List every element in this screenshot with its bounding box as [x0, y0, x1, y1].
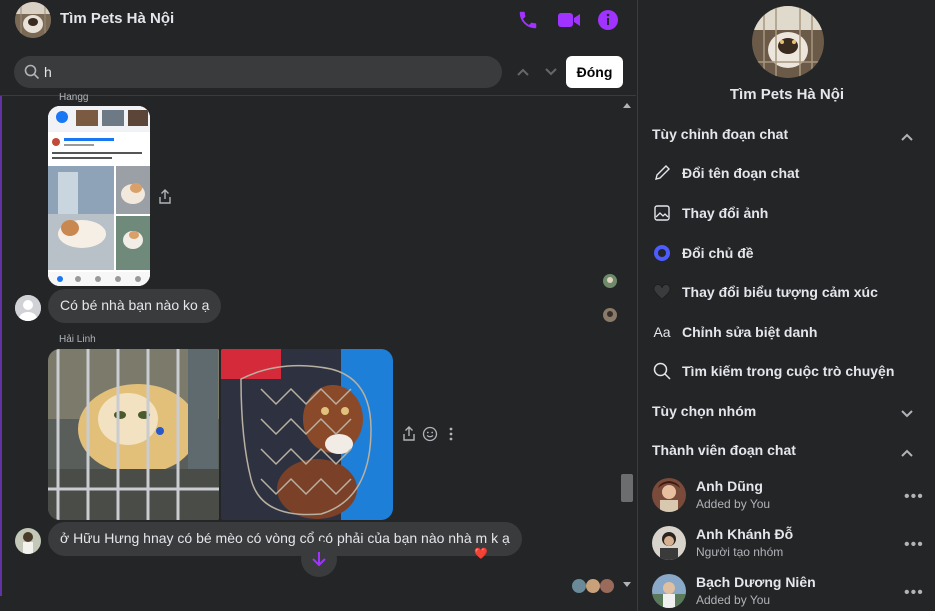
scroll-to-bottom-button[interactable]: [301, 541, 337, 577]
chat-members-section[interactable]: Thành viên đoạn chat: [652, 442, 796, 458]
phone-icon[interactable]: [517, 9, 539, 31]
group-options-section[interactable]: Tùy chọn nhóm: [652, 403, 756, 419]
search-in-conversation-option[interactable]: Tìm kiếm trong cuộc trò chuyện: [652, 359, 894, 383]
chat-scrollbar[interactable]: [619, 96, 635, 596]
edit-nicknames-option[interactable]: Aa Chỉnh sửa biệt danh: [652, 320, 817, 344]
option-label: Đổi chủ đề: [682, 245, 754, 261]
chevron-down-icon[interactable]: [900, 406, 914, 424]
member-name: Anh Khánh Đỗ: [696, 526, 794, 542]
message-bubble[interactable]: ở Hữu Hưng hnay có bé mèo có vòng cổ có …: [48, 522, 522, 556]
dog-photo[interactable]: [221, 349, 393, 520]
heart-reaction[interactable]: ❤️: [474, 547, 488, 560]
nickname-icon: Aa: [653, 324, 671, 340]
chevron-up-icon[interactable]: [900, 129, 914, 147]
search-icon: [652, 361, 672, 381]
heart-icon: [652, 282, 672, 302]
share-icon[interactable]: [158, 189, 172, 210]
close-search-button[interactable]: Đóng: [566, 56, 623, 88]
member-name: Bạch Dương Niên: [696, 574, 816, 590]
group-avatar[interactable]: [15, 2, 51, 38]
cat-photo[interactable]: [48, 349, 219, 520]
shared-screenshot-image[interactable]: [48, 106, 150, 286]
option-label: Thay đổi ảnh: [682, 205, 769, 221]
member-subtitle: Added by You: [696, 593, 771, 607]
chat-pane: Tìm Pets Hà Nội h Đóng Hangg Có bé nhà b…: [0, 0, 636, 611]
more-options-icon[interactable]: •••: [904, 536, 924, 554]
react-icon[interactable]: [422, 426, 438, 447]
member-row[interactable]: Anh Khánh Đỗ Người tạo nhóm •••: [652, 524, 932, 564]
chevron-down-icon[interactable]: [544, 64, 558, 82]
accent-bar: [0, 96, 2, 596]
read-receipt-avatar: [600, 579, 614, 593]
search-icon: [24, 64, 40, 85]
more-options-icon[interactable]: •••: [904, 488, 924, 506]
group-photo[interactable]: [752, 6, 824, 78]
share-icon[interactable]: [402, 426, 416, 447]
more-options-icon[interactable]: [448, 427, 454, 446]
customize-chat-section[interactable]: Tùy chỉnh đoạn chat: [652, 126, 788, 142]
scrollbar-thumb[interactable]: [621, 474, 633, 502]
option-label: Đổi tên đoạn chat: [682, 165, 800, 181]
read-receipt-avatar: [572, 579, 586, 593]
pencil-icon: [652, 163, 672, 183]
member-row[interactable]: Anh Dũng Added by You •••: [652, 476, 932, 516]
option-label: Chỉnh sửa biệt danh: [682, 324, 818, 340]
read-receipt-avatar: [603, 308, 617, 322]
option-label: Tìm kiếm trong cuộc trò chuyện: [682, 363, 895, 379]
chevron-up-icon[interactable]: [516, 64, 530, 82]
message-bubble[interactable]: Có bé nhà bạn nào ko ạ: [48, 289, 222, 323]
more-options-icon[interactable]: •••: [904, 584, 924, 602]
search-input[interactable]: h: [44, 64, 52, 80]
sender-name: Hải Linh: [59, 334, 96, 345]
chevron-up-icon[interactable]: [900, 445, 914, 463]
rename-chat-option[interactable]: Đổi tên đoạn chat: [652, 161, 799, 185]
change-emoji-option[interactable]: Thay đổi biểu tượng cảm xúc: [652, 280, 878, 304]
info-icon[interactable]: [597, 9, 619, 31]
sender-avatar[interactable]: [15, 528, 41, 554]
member-subtitle: Added by You: [696, 497, 771, 511]
sender-name: Hangg: [59, 92, 89, 103]
change-theme-option[interactable]: Đổi chủ đề: [652, 241, 754, 265]
option-label: Thay đổi biểu tượng cảm xúc: [682, 284, 878, 300]
avatar[interactable]: [652, 574, 686, 608]
theme-icon: [652, 243, 672, 263]
chat-title[interactable]: Tìm Pets Hà Nội: [60, 10, 174, 27]
divider: [0, 95, 636, 96]
sender-avatar[interactable]: [15, 295, 41, 321]
image-icon: [652, 203, 672, 223]
member-row[interactable]: Bạch Dương Niên Added by You •••: [652, 572, 932, 611]
change-photo-option[interactable]: Thay đổi ảnh: [652, 201, 768, 225]
member-subtitle: Người tạo nhóm: [696, 545, 784, 559]
video-call-icon[interactable]: [557, 9, 580, 31]
read-receipt-avatar: [586, 579, 600, 593]
member-name: Anh Dũng: [696, 478, 763, 494]
chat-info-panel: Tìm Pets Hà Nội Tùy chỉnh đoạn chat Đổi …: [637, 0, 935, 611]
read-receipt-avatar: [603, 274, 617, 288]
avatar[interactable]: [652, 478, 686, 512]
avatar[interactable]: [652, 526, 686, 560]
panel-title: Tìm Pets Hà Nội: [729, 86, 845, 103]
search-bar[interactable]: h: [14, 56, 502, 88]
